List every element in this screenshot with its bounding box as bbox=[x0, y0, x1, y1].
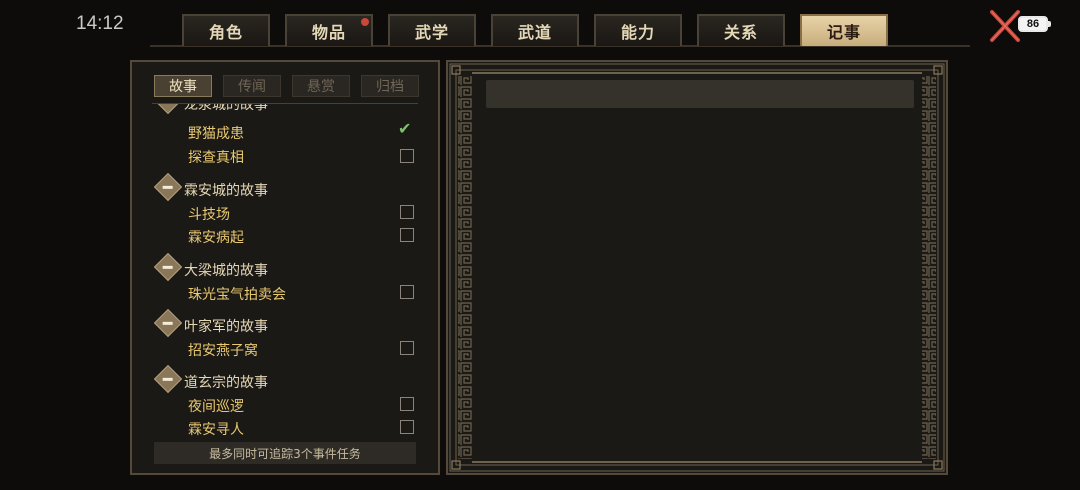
track-checkbox[interactable] bbox=[400, 285, 414, 299]
track-checkbox[interactable] bbox=[400, 420, 414, 434]
collapse-minus-icon[interactable] bbox=[153, 104, 183, 115]
detail-panel bbox=[446, 60, 948, 475]
battery-indicator: 86 bbox=[1018, 16, 1048, 32]
tab-ability[interactable]: 能力 bbox=[594, 14, 682, 46]
battery-tip bbox=[1048, 21, 1051, 27]
quest-item[interactable]: 霖安病起 bbox=[188, 227, 244, 247]
tab-label: 武道 bbox=[517, 23, 552, 42]
tab-label: 能力 bbox=[620, 23, 655, 42]
collapse-minus-icon[interactable] bbox=[153, 252, 183, 282]
tracking-limit-note: 最多同时可追踪3个事件任务 bbox=[154, 442, 416, 464]
subtab-label: 故事 bbox=[169, 79, 197, 95]
tab-label: 角色 bbox=[208, 23, 243, 42]
tab-label: 武学 bbox=[414, 23, 449, 42]
battery-level: 86 bbox=[1026, 18, 1040, 30]
checkmark-icon: ✔ bbox=[398, 119, 412, 138]
tab-label: 关系 bbox=[723, 23, 758, 42]
status-time: 14:12 bbox=[76, 13, 124, 34]
track-checkbox[interactable]: ✔ bbox=[398, 119, 414, 139]
tab-character[interactable]: 角色 bbox=[182, 14, 270, 46]
group-title: 道玄宗的故事 bbox=[184, 375, 268, 391]
tab-martial-way[interactable]: 武道 bbox=[491, 14, 579, 46]
subtab-rumors[interactable]: 传闻 bbox=[223, 75, 281, 97]
subtab-label: 悬赏 bbox=[307, 79, 335, 95]
quest-item[interactable]: 斗技场 bbox=[188, 204, 230, 224]
notification-dot bbox=[361, 18, 369, 26]
collapse-minus-icon[interactable] bbox=[153, 364, 183, 394]
fret-border-ornament bbox=[449, 63, 945, 472]
tab-label: 记事 bbox=[826, 23, 861, 42]
track-checkbox[interactable] bbox=[400, 228, 414, 242]
quest-panel: 故事 传闻 悬赏 归档 龙泉城的故事 野猫成患 ✔ 探查真相 霖安城的故事 斗技… bbox=[130, 60, 440, 475]
group-title: 叶家军的故事 bbox=[184, 319, 268, 335]
quest-item[interactable]: 珠光宝气拍卖会 bbox=[188, 284, 286, 304]
quest-item[interactable]: 霖安寻人 bbox=[188, 419, 244, 439]
collapse-minus-icon[interactable] bbox=[153, 172, 183, 202]
subtab-label: 归档 bbox=[376, 79, 404, 95]
track-checkbox[interactable] bbox=[400, 149, 414, 163]
tab-items[interactable]: 物品 bbox=[285, 14, 373, 46]
subtab-archive[interactable]: 归档 bbox=[361, 75, 419, 97]
quest-title-bar bbox=[486, 80, 914, 108]
tab-martial-arts[interactable]: 武学 bbox=[388, 14, 476, 46]
subtab-label: 传闻 bbox=[238, 79, 266, 95]
quest-item[interactable]: 招安燕子窝 bbox=[188, 340, 258, 360]
subtab-bounty[interactable]: 悬赏 bbox=[292, 75, 350, 97]
quest-item[interactable]: 野猫成患 bbox=[188, 123, 244, 143]
quest-item[interactable]: 夜间巡逻 bbox=[188, 396, 244, 416]
tab-relations[interactable]: 关系 bbox=[697, 14, 785, 46]
track-checkbox[interactable] bbox=[400, 205, 414, 219]
quest-item[interactable]: 探查真相 bbox=[188, 147, 244, 167]
subtab-bar: 故事 传闻 悬赏 归档 bbox=[154, 75, 420, 97]
close-x-icon[interactable] bbox=[988, 8, 1022, 44]
track-checkbox[interactable] bbox=[400, 341, 414, 355]
group-title: 龙泉城的故事 bbox=[184, 104, 268, 113]
subtab-story[interactable]: 故事 bbox=[154, 75, 212, 97]
track-checkbox[interactable] bbox=[400, 397, 414, 411]
group-title: 大梁城的故事 bbox=[184, 263, 268, 279]
quest-list[interactable]: 龙泉城的故事 野猫成患 ✔ 探查真相 霖安城的故事 斗技场 霖安病起 大梁城的故… bbox=[132, 104, 438, 444]
tab-label: 物品 bbox=[311, 23, 346, 42]
group-title: 霖安城的故事 bbox=[184, 183, 268, 199]
tab-journal[interactable]: 记事 bbox=[800, 14, 888, 46]
collapse-minus-icon[interactable] bbox=[153, 308, 183, 338]
